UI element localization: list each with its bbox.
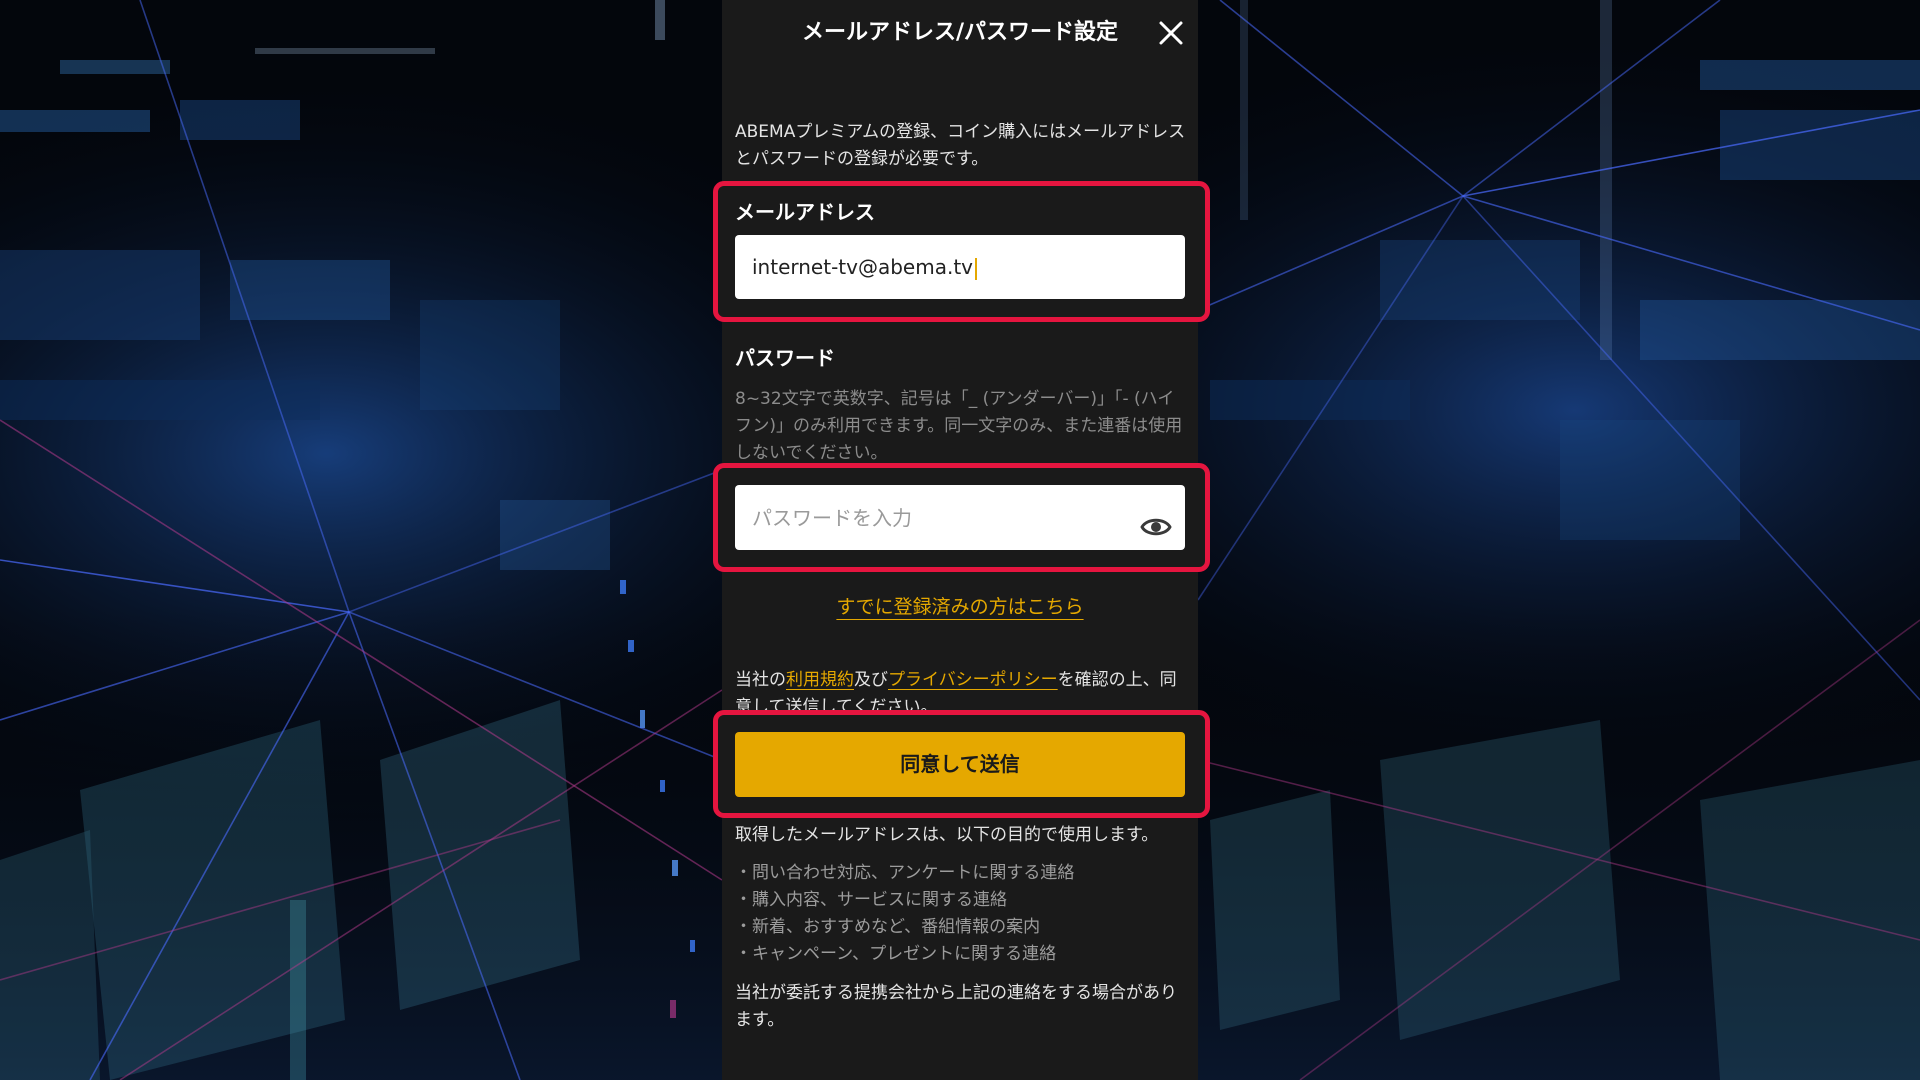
terms-conjunction: 及び bbox=[854, 670, 888, 690]
show-password-toggle[interactable] bbox=[1140, 503, 1172, 536]
already-registered-link[interactable]: すでに登録済みの方はこちら bbox=[836, 596, 1083, 618]
eye-icon bbox=[1140, 518, 1172, 536]
usage-intro: 取得したメールアドレスは、以下の目的で使用します。 bbox=[735, 825, 1159, 845]
text-cursor bbox=[975, 257, 977, 280]
usage-list: ・問い合わせ対応、アンケートに関する連絡 ・購入内容、サービスに関する連絡 ・新… bbox=[735, 860, 1187, 968]
close-button[interactable] bbox=[1157, 19, 1185, 47]
email-highlight-box: メールアドレス internet-tv@abema.tv bbox=[713, 181, 1210, 322]
dialog-description: ABEMAプレミアムの登録、コイン購入にはメールアドレスとパスワードの登録が必要… bbox=[735, 122, 1186, 169]
password-label: パスワード bbox=[735, 346, 835, 370]
already-registered-link-row: すでに登録済みの方はこちら bbox=[722, 594, 1198, 620]
terms-of-use-link[interactable]: 利用規約 bbox=[786, 670, 854, 690]
list-item: ・購入内容、サービスに関する連絡 bbox=[735, 890, 1007, 910]
agree-and-submit-button[interactable]: 同意して送信 bbox=[735, 732, 1185, 797]
email-value: internet-tv@abema.tv bbox=[752, 255, 973, 279]
password-highlight-box bbox=[713, 463, 1210, 572]
email-field[interactable]: internet-tv@abema.tv bbox=[735, 235, 1185, 299]
close-icon bbox=[1159, 21, 1183, 45]
list-item: ・問い合わせ対応、アンケートに関する連絡 bbox=[735, 863, 1075, 883]
dialog-title: メールアドレス/パスワード設定 bbox=[801, 20, 1119, 45]
partner-note: 当社が委託する提携会社から上記の連絡をする場合があります。 bbox=[735, 983, 1177, 1030]
password-field-container bbox=[735, 485, 1185, 550]
terms-prefix: 当社の bbox=[735, 670, 786, 690]
privacy-policy-link[interactable]: プライバシーポリシー bbox=[888, 670, 1058, 690]
list-item: ・新着、おすすめなど、番組情報の案内 bbox=[735, 917, 1041, 937]
submit-highlight-box: 同意して送信 bbox=[713, 710, 1210, 818]
email-label: メールアドレス bbox=[735, 200, 875, 224]
list-item: ・キャンペーン、プレゼントに関する連絡 bbox=[735, 944, 1057, 964]
password-input[interactable] bbox=[735, 485, 1115, 550]
password-hint: 8~32文字で英数字、記号は「_ (アンダーバー)」「- (ハイフン)」のみ利用… bbox=[735, 389, 1183, 463]
